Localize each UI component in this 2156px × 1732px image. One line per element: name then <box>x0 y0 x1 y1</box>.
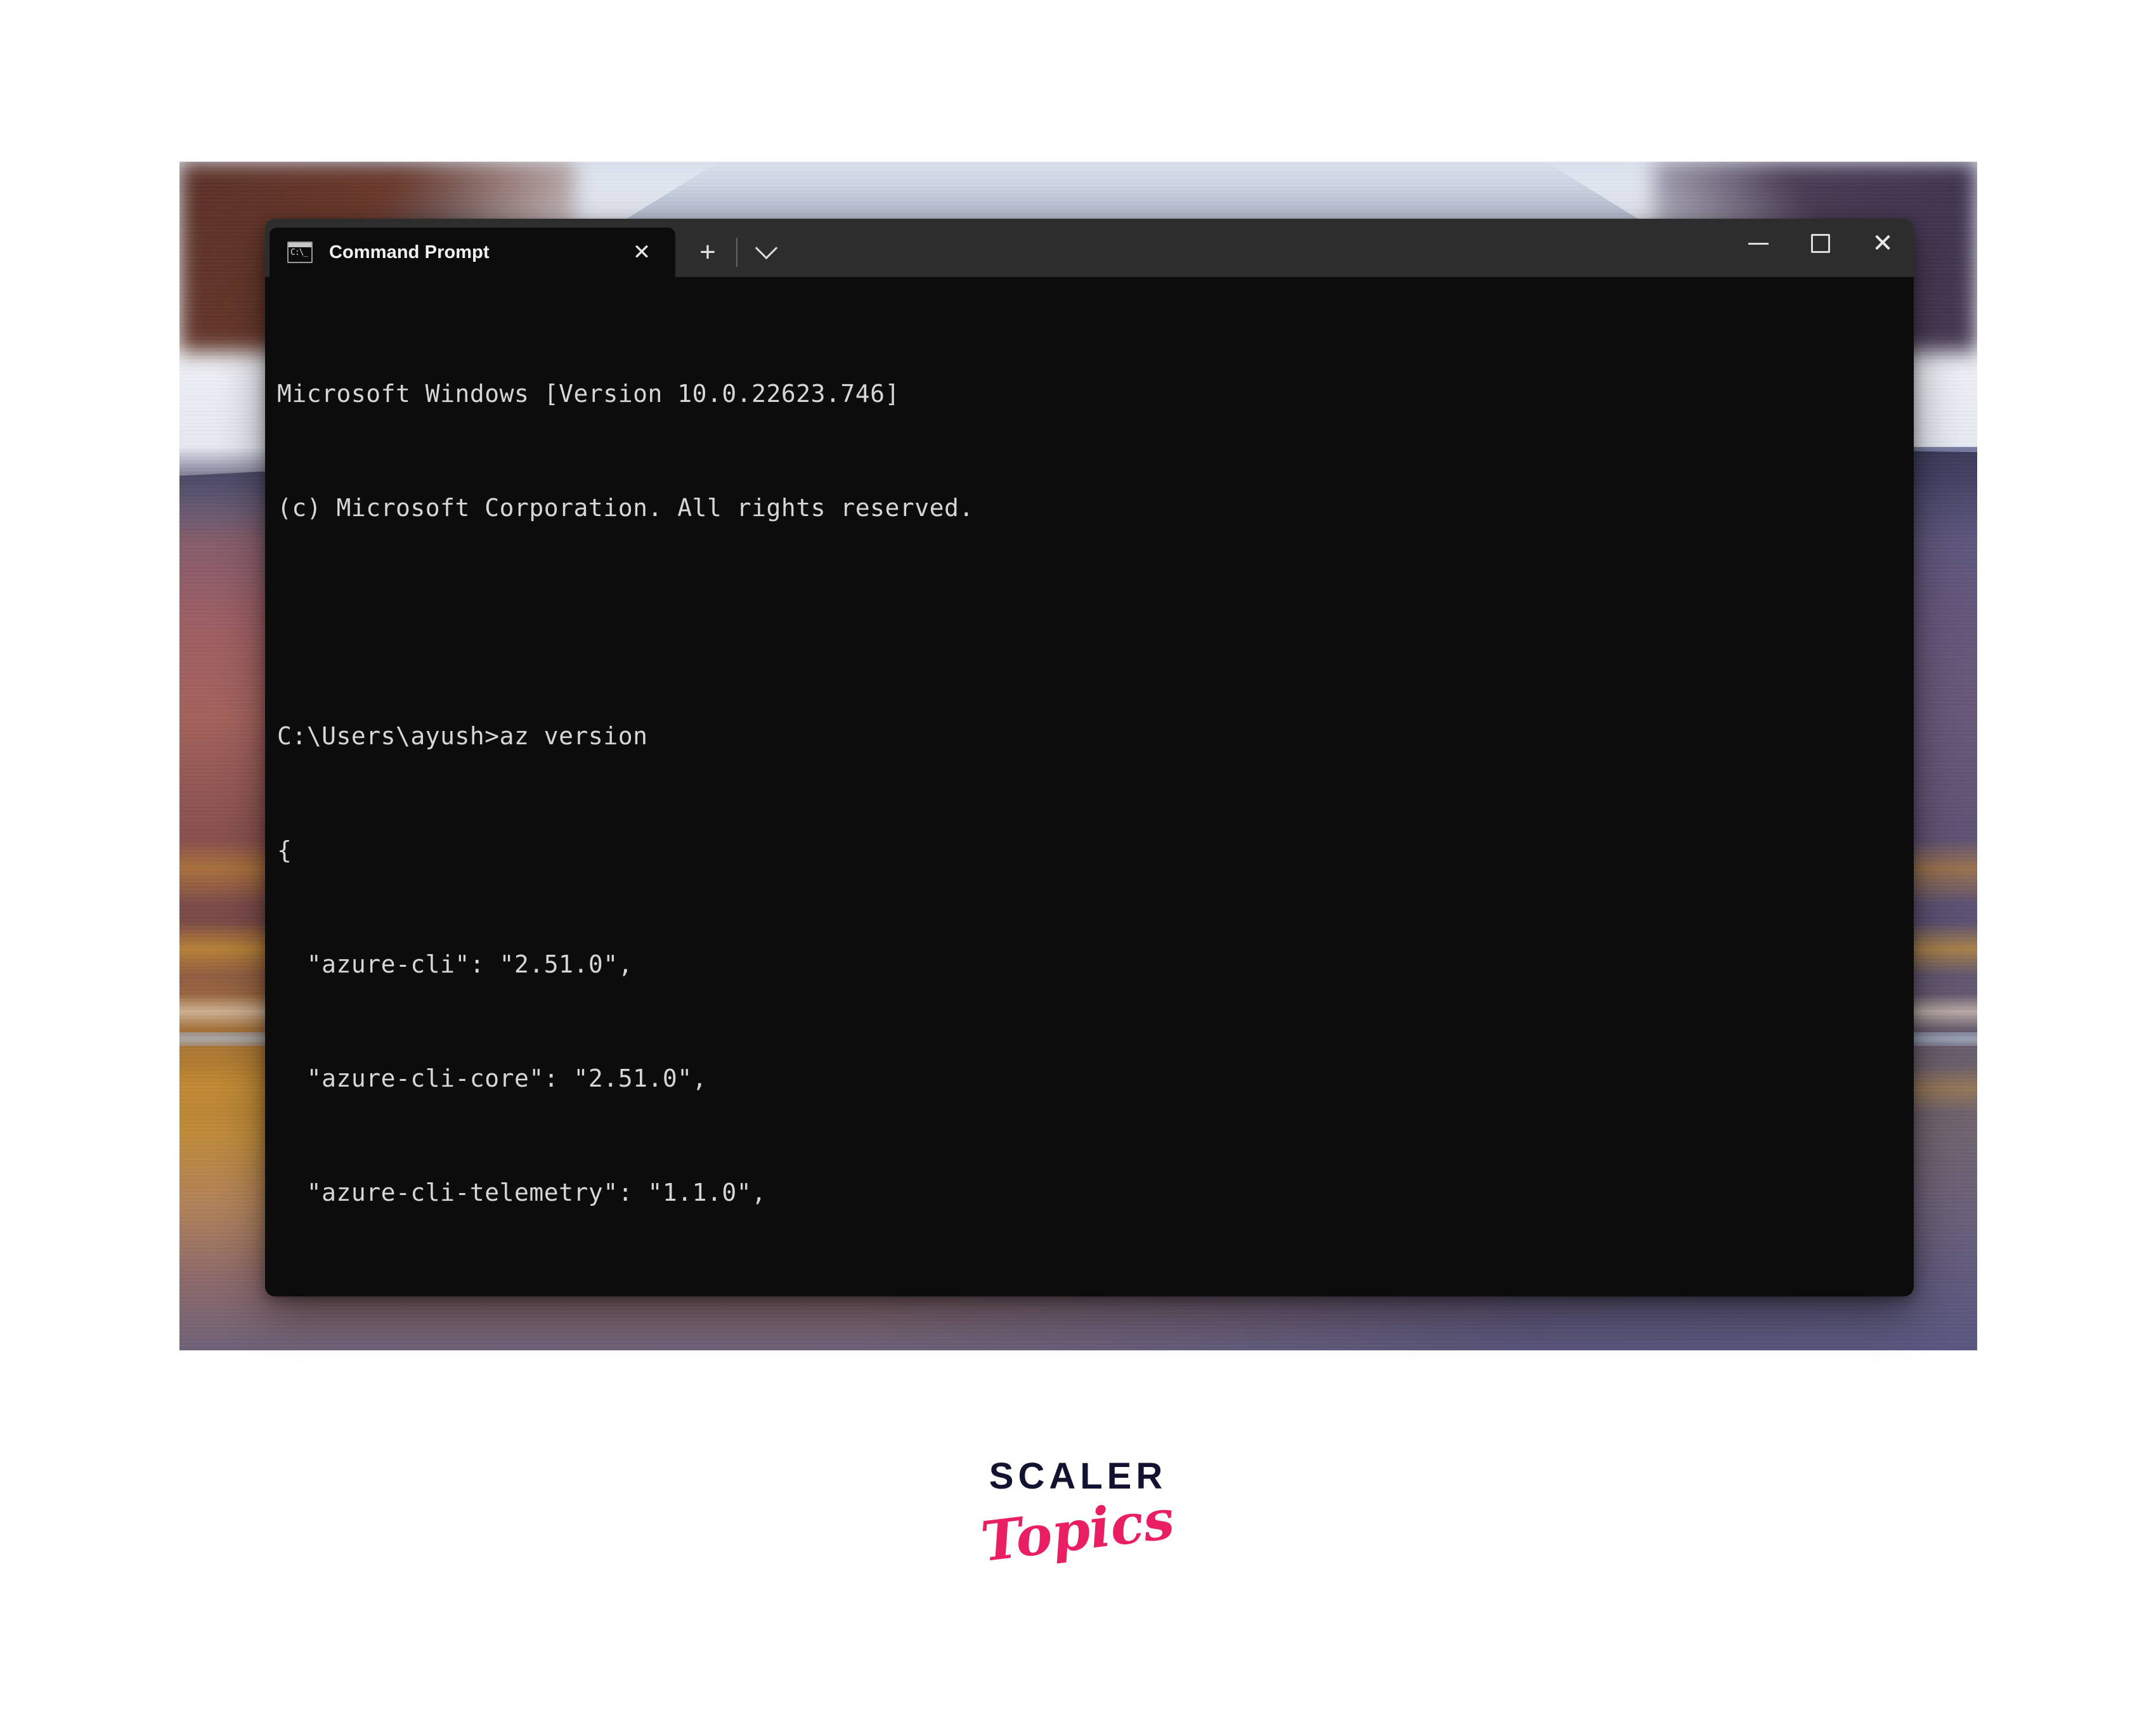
command-prompt-icon <box>287 242 313 263</box>
logo-scaler-text: SCALER <box>989 1456 1167 1497</box>
console-line: "azure-cli-core": "2.51.0", <box>277 1064 707 1092</box>
console-line: C:\Users\ayush>az version <box>277 722 648 750</box>
tab-title: Command Prompt <box>329 242 490 262</box>
tab-tools-divider <box>736 238 737 267</box>
command-prompt-window: Command Prompt ✕ + ✕ M <box>265 219 1914 1296</box>
terminal-screen[interactable]: Microsoft Windows [Version 10.0.22623.74… <box>265 277 1914 1296</box>
console-line: Microsoft Windows [Version 10.0.22623.74… <box>277 380 900 408</box>
scaler-topics-logo: SCALER Topics <box>0 1456 2156 1575</box>
window-controls: ✕ <box>1727 219 1914 277</box>
logo-topics-text: Topics <box>978 1487 1178 1575</box>
close-tab-icon[interactable]: ✕ <box>625 235 659 269</box>
window-titlebar[interactable]: Command Prompt ✕ + ✕ <box>265 219 1914 277</box>
console-line: "extensions": {} <box>277 1288 1914 1296</box>
console-line: "azure-cli-telemetry": "1.1.0", <box>277 1179 767 1206</box>
console-line: "azure-cli": "2.51.0", <box>277 950 633 978</box>
tab-tools: + <box>675 228 789 277</box>
maximize-button[interactable] <box>1789 219 1852 268</box>
tab-strip: Command Prompt ✕ + <box>265 219 789 277</box>
tab-command-prompt[interactable]: Command Prompt ✕ <box>270 228 675 277</box>
console-line: { <box>277 836 292 864</box>
close-window-button[interactable]: ✕ <box>1852 219 1914 268</box>
close-icon: ✕ <box>1872 229 1893 257</box>
minimize-button[interactable] <box>1727 219 1789 268</box>
console-line: (c) Microsoft Corporation. All rights re… <box>277 494 974 522</box>
maximize-icon <box>1811 234 1830 253</box>
chevron-down-icon <box>755 236 777 259</box>
tab-dropdown-button[interactable] <box>743 228 789 277</box>
new-tab-button[interactable]: + <box>684 228 731 277</box>
minimize-icon <box>1748 242 1769 245</box>
console-output: Microsoft Windows [Version 10.0.22623.74… <box>277 299 1914 1296</box>
